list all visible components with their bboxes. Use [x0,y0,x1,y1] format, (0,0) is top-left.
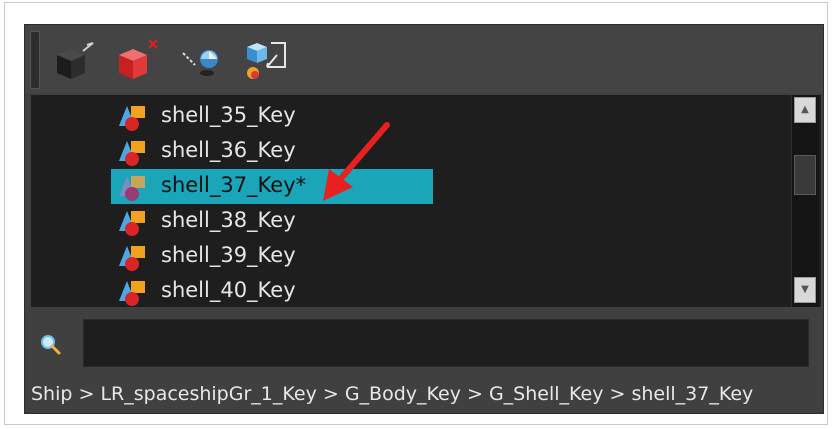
black-cube-peg-icon [57,42,94,79]
shape-node-icon [117,242,149,272]
shape-node-icon [117,207,149,237]
tree-row-label: shell_40_Key [161,278,296,302]
scroll-down-button[interactable]: ▼ [794,277,816,303]
search-input[interactable] [83,319,809,367]
timeline-tree-panel: shell_35_Key shell_36_Key shell_37_Key* … [24,24,824,414]
shape-node-icon [117,137,149,167]
vertical-scrollbar[interactable]: ▲ ▼ [791,95,819,307]
layer-tree: shell_35_Key shell_36_Key shell_37_Key* … [31,95,821,307]
tree-row-label: shell_36_Key [161,138,296,162]
shape-node-icon [117,102,149,132]
parent-button[interactable] [175,37,223,85]
tree-row[interactable]: shell_39_Key [111,239,433,274]
tree-row-label: shell_37_Key* [161,173,307,197]
tree-row[interactable]: shell_40_Key [111,274,433,307]
scroll-thumb[interactable] [794,155,816,195]
shape-node-icon [117,172,149,202]
add-peg-button[interactable] [49,37,97,85]
tree-row-label: shell_39_Key [161,243,296,267]
toolbar-grip[interactable] [30,31,40,89]
cube-transfer-icon [247,42,286,79]
tree-row-label: shell_38_Key [161,208,296,232]
tree-row-label: shell_35_Key [161,103,296,127]
link-node-icon [182,50,218,76]
shape-node-icon [117,277,149,307]
search-icon [41,335,61,355]
red-annotation-arrow-icon [323,122,390,201]
red-cube-delete-icon [119,39,158,79]
scroll-up-button[interactable]: ▲ [794,97,816,123]
delete-peg-button[interactable] [111,37,159,85]
breadcrumb: Ship > LR_spaceshipGr_1_Key > G_Body_Key… [31,383,754,405]
toolbar [25,25,823,93]
transfer-button[interactable] [241,37,289,85]
